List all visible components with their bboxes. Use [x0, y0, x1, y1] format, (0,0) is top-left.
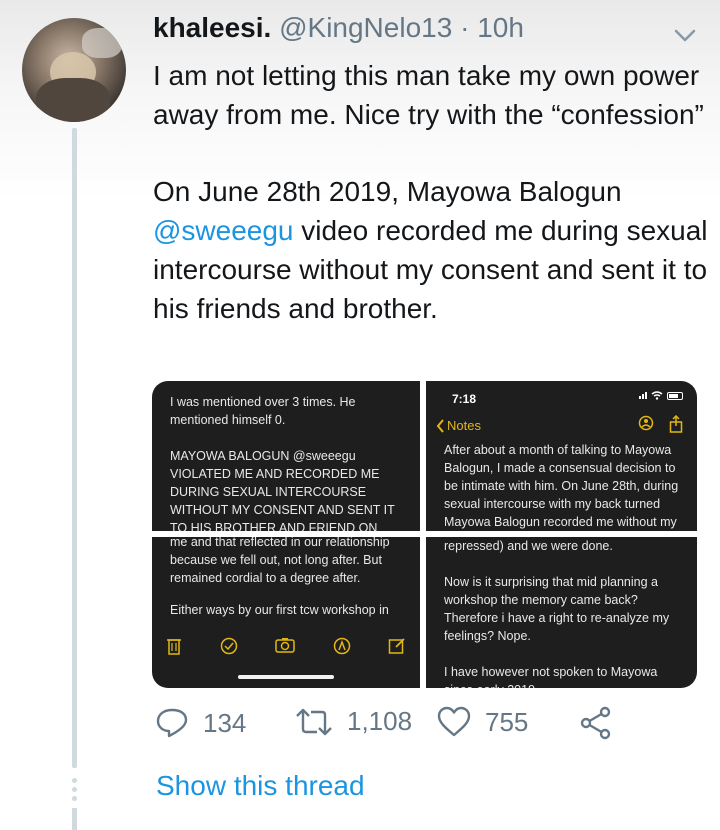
markup-icon: [333, 637, 350, 655]
status-time: 7:18: [452, 392, 477, 406]
media-image-3[interactable]: me and that reflected in our relationshi…: [152, 537, 420, 688]
share-icon: [669, 415, 683, 433]
tweet-header: khaleesi. @KingNelo13 · 10h: [153, 12, 524, 44]
collaborate-icon: [638, 415, 654, 431]
notes-toolbar: [637, 415, 683, 433]
reply-count: 134: [203, 707, 247, 738]
thread-line: [72, 128, 77, 768]
retweet-icon: [296, 708, 332, 735]
checklist-icon: [220, 637, 237, 655]
share-button[interactable]: [579, 706, 613, 740]
battery-icon: [667, 391, 683, 400]
signal-icon: [639, 392, 647, 399]
compose-icon: [388, 638, 405, 654]
separator: ·: [460, 12, 470, 43]
show-thread-link[interactable]: Show this thread: [156, 770, 365, 802]
heart-icon: [437, 706, 471, 737]
image-text: I have however not spoken to Mayowa sinc…: [444, 665, 658, 688]
reply-button[interactable]: 134: [155, 706, 246, 740]
image-text: Either ways by our first tcw workshop in: [170, 603, 389, 617]
media-image-1[interactable]: I was mentioned over 3 times. He mention…: [152, 381, 420, 531]
media-image-4[interactable]: repressed) and we were done. Now is it s…: [426, 537, 697, 688]
thread-line-continued: [72, 808, 77, 830]
display-name[interactable]: khaleesi.: [153, 12, 271, 43]
image-text: repressed) and we were done.: [444, 539, 613, 553]
home-indicator: [238, 675, 334, 679]
tweet-paragraph-1: I am not letting this man take my own po…: [153, 60, 704, 130]
mention-link[interactable]: @sweeegu: [153, 215, 294, 246]
notes-bottom-toolbar: [166, 637, 406, 655]
media-grid[interactable]: I was mentioned over 3 times. He mention…: [152, 381, 697, 688]
share-icon: [580, 706, 611, 740]
like-button[interactable]: 755: [437, 706, 528, 738]
retweet-count: 1,108: [347, 706, 413, 736]
retweet-button[interactable]: 1,108: [295, 706, 412, 737]
image-text: me and that reflected in our relationshi…: [170, 537, 390, 585]
tweet-text-segment: On June 28th 2019, Mayowa Balogun: [153, 176, 622, 207]
media-image-2[interactable]: 7:18 Notes After about a month of talkin…: [426, 381, 697, 531]
chevron-down-icon[interactable]: [672, 28, 698, 44]
notes-back-button: Notes: [436, 417, 481, 435]
tweet-text: I am not letting this man take my own po…: [153, 56, 709, 328]
like-count: 755: [485, 706, 529, 737]
camera-icon: [275, 638, 295, 653]
handle[interactable]: @KingNelo13: [279, 12, 452, 43]
notes-back-label: Notes: [447, 418, 481, 433]
chevron-left-icon: [436, 419, 444, 433]
timestamp[interactable]: 10h: [477, 12, 524, 43]
wifi-icon: [651, 391, 663, 400]
avatar[interactable]: [22, 18, 126, 122]
image-text: I was mentioned over 3 times. He mention…: [170, 395, 356, 427]
thread-dots: [72, 778, 77, 801]
trash-icon: [167, 639, 181, 655]
reply-icon: [156, 708, 188, 738]
image-text: Now is it surprising that mid planning a…: [444, 575, 670, 643]
tweet-actions: 134 1,108 755: [155, 706, 625, 750]
image-text: MAYOWA BALOGUN @sweeegu VIOLATED ME AND …: [170, 449, 395, 531]
image-text: After about a month of talking to Mayowa…: [444, 443, 679, 529]
tweet-paragraph-2: On June 28th 2019, Mayowa Balogun @sweee…: [153, 172, 709, 328]
status-icons: [639, 391, 683, 400]
